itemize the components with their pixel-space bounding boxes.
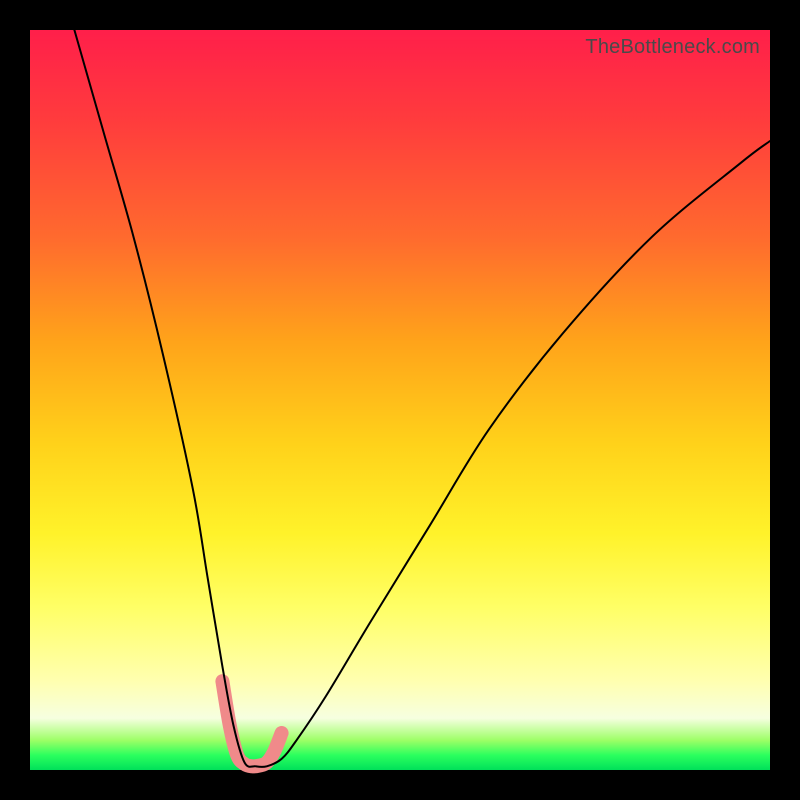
bottleneck-curve <box>74 30 770 767</box>
plot-area: TheBottleneck.com <box>30 30 770 770</box>
optimal-range-highlight <box>222 681 281 766</box>
chart-stage: TheBottleneck.com <box>0 0 800 800</box>
curve-layer <box>30 30 770 770</box>
